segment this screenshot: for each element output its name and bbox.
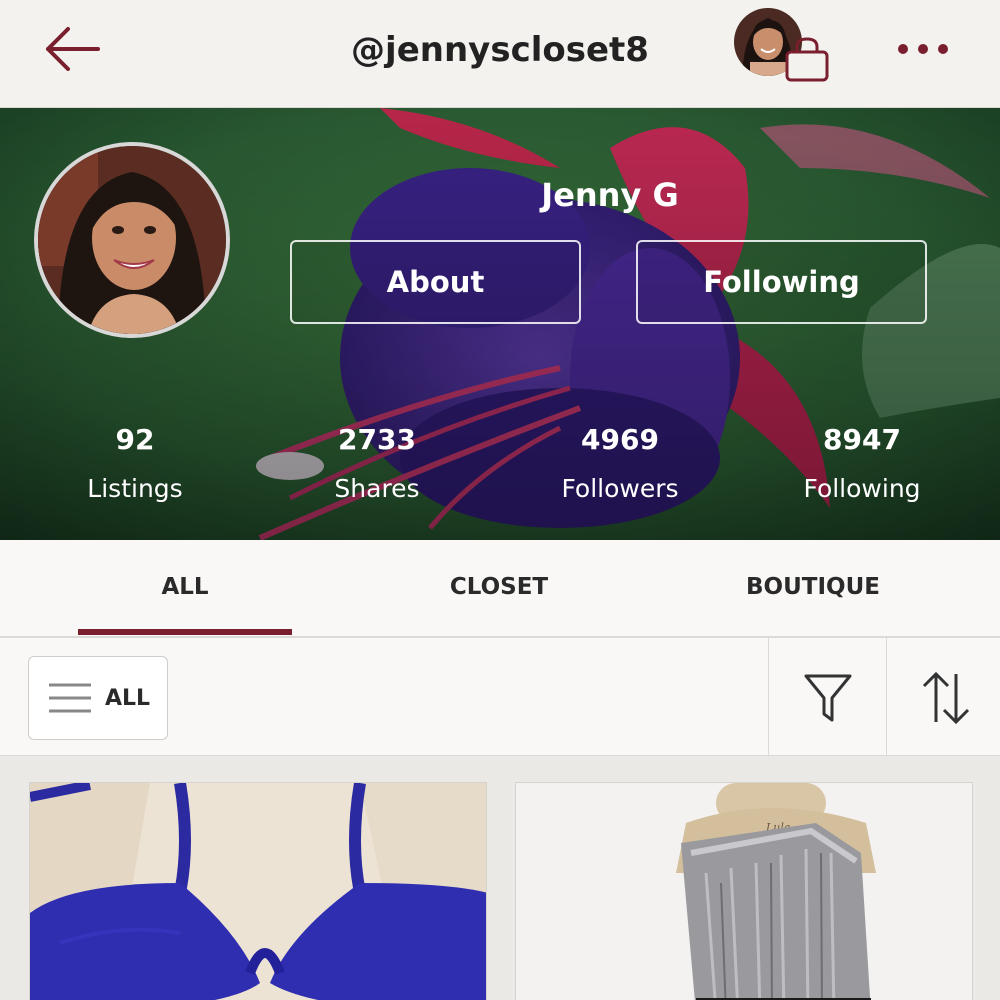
category-filter-button[interactable]: ALL [28,656,168,740]
stat-label: Followers [561,474,679,503]
listing-photo-silver-top: Lula Cla [516,783,972,1000]
stat-label: Following [803,474,921,503]
category-filter-label: ALL [105,685,151,711]
closet-tabs: ALL CLOSET BOUTIQUE [0,540,1000,638]
stat-value: 92 [115,423,155,456]
profile-avatar[interactable] [34,142,230,338]
stat-following[interactable]: 8947 Following [762,423,962,503]
sort-button[interactable] [918,668,974,728]
shopping-bag-icon [785,37,829,82]
listing-card[interactable]: Lula Cla [515,782,973,1000]
sort-arrows-icon [922,671,970,725]
active-tab-indicator [78,629,292,635]
filter-button[interactable] [800,668,856,728]
back-arrow-icon [46,27,100,71]
stat-label: Listings [87,474,183,503]
more-dots-icon [898,44,948,54]
divider [886,638,887,756]
tab-boutique[interactable]: BOUTIQUE [693,574,933,600]
top-bar: @jennyscloset8 [0,0,1000,108]
page-title: @jennyscloset8 [351,30,649,70]
about-button[interactable]: About [290,240,581,324]
back-button[interactable] [40,24,104,74]
stat-value: 8947 [823,423,901,456]
stat-shares[interactable]: 2733 Shares [277,423,477,503]
funnel-filter-icon [804,674,852,722]
stat-value: 2733 [338,423,416,456]
shopping-bag-button[interactable] [783,36,831,84]
tab-closet[interactable]: CLOSET [379,574,619,600]
listing-card[interactable] [29,782,487,1000]
divider [768,638,769,756]
listing-photo-bikini [30,783,486,1000]
tab-all[interactable]: ALL [65,574,305,600]
following-button[interactable]: Following [636,240,927,324]
profile-hero: Jenny G About Following 92 Listings 2733… [0,108,1000,540]
menu-lines-icon [49,683,91,713]
stat-followers[interactable]: 4969 Followers [520,423,720,503]
filter-bar: ALL [0,638,1000,756]
stat-value: 4969 [581,423,659,456]
stat-label: Shares [334,474,420,503]
stat-listings[interactable]: 92 Listings [35,423,235,503]
profile-name: Jenny G [541,176,679,214]
more-options-button[interactable] [892,34,954,64]
